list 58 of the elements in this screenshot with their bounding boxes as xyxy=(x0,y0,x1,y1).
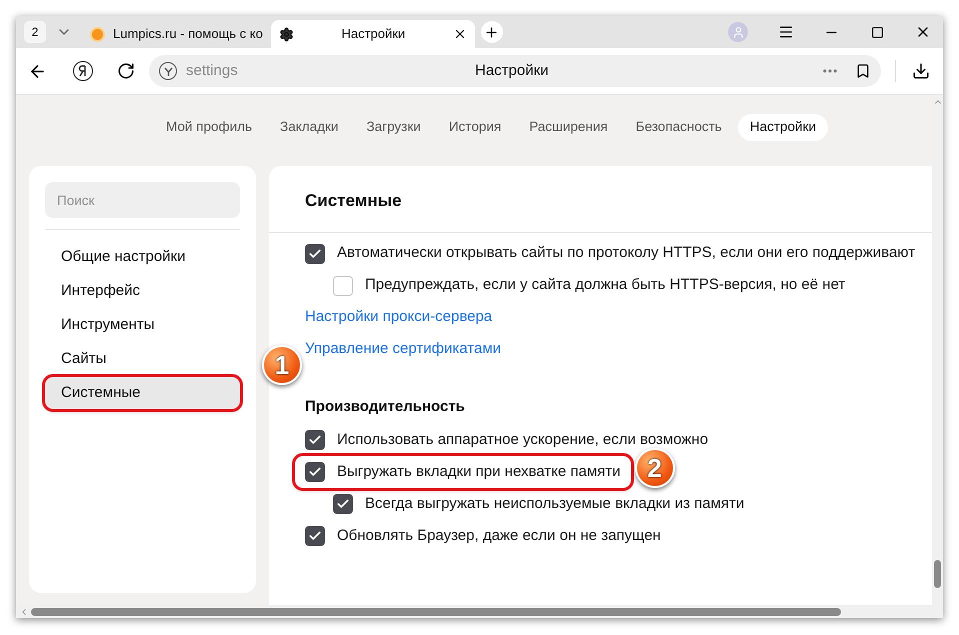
nav-tab[interactable]: Закладки xyxy=(268,114,350,140)
new-tab-button[interactable] xyxy=(480,21,503,43)
checkbox[interactable] xyxy=(305,526,325,546)
check-icon xyxy=(336,497,350,511)
maximize-icon[interactable] xyxy=(871,26,884,38)
tab-title: Настройки xyxy=(340,25,406,44)
horizontal-scrollbar[interactable] xyxy=(16,605,932,618)
nav-tab[interactable]: Безопасность xyxy=(624,114,734,140)
scrollbar-thumb[interactable] xyxy=(31,608,841,616)
sidebar-item[interactable]: Интерфейс xyxy=(45,275,240,307)
vertical-scrollbar[interactable] xyxy=(932,95,943,618)
download-icon[interactable] xyxy=(912,62,930,80)
sidebar-item[interactable]: Сайты xyxy=(45,343,240,375)
nav-tab[interactable]: Мой профиль xyxy=(154,114,264,140)
checkbox-label: Использовать аппаратное ускорение, если возможно xyxy=(337,430,708,450)
section-heading: Производительность xyxy=(305,396,466,416)
check-icon xyxy=(308,465,322,479)
address-text: settings xyxy=(186,60,238,81)
browser-tab[interactable]: Настройки xyxy=(270,20,475,48)
bookmark-icon[interactable] xyxy=(855,63,871,79)
check-icon xyxy=(308,529,322,543)
scrollbar-thumb[interactable] xyxy=(934,560,941,588)
nav-tab[interactable]: История xyxy=(436,114,514,140)
checkbox[interactable] xyxy=(305,244,325,264)
sidebar-item[interactable]: Инструменты xyxy=(45,309,240,341)
check-icon xyxy=(308,246,322,260)
menu-icon[interactable] xyxy=(778,24,794,40)
plus-icon xyxy=(484,24,500,40)
nav-tab[interactable]: Расширения xyxy=(517,114,620,140)
checkbox[interactable] xyxy=(305,462,325,482)
checkbox-label: Предупреждать, если у сайта должна быть HTTPS-версия, но её нет xyxy=(365,275,846,296)
site-favicon xyxy=(90,26,105,42)
checkbox[interactable] xyxy=(333,494,353,514)
nav-tab[interactable]: Настройки xyxy=(738,114,828,140)
checkbox-label: Автоматически открывать сайты по протоколу HTTPS, если они его поддерживают xyxy=(337,243,916,264)
sidebar-item[interactable]: Общие настройки xyxy=(45,241,240,273)
y-logo-icon xyxy=(159,62,177,80)
search-field[interactable]: Поиск xyxy=(45,182,240,218)
checkbox-label: Обновлять Браузер, даже если он не запущен xyxy=(337,526,661,546)
settings-icon xyxy=(278,26,294,42)
checkbox-label: Выгружать вкладки при нехватке памяти xyxy=(337,462,621,482)
page-title: Настройки xyxy=(475,60,549,81)
settings-link[interactable]: Настройки прокси-сервера xyxy=(305,302,492,334)
reload-icon[interactable] xyxy=(117,62,135,80)
checkbox-label: Всегда выгружать неиспользуемые вкладки из памяти xyxy=(365,494,744,514)
y-logo-icon[interactable] xyxy=(73,61,93,81)
browser-tab[interactable]: Lumpics.ru - помощь с ко xyxy=(82,20,271,48)
number-callout: 2 xyxy=(634,448,675,488)
address-bar[interactable]: settings Настройки xyxy=(149,55,881,87)
checkbox[interactable] xyxy=(333,276,353,296)
sidebar-item[interactable]: Системные xyxy=(45,377,240,409)
section-title: Системные xyxy=(305,190,403,212)
tab-counter[interactable]: 2 xyxy=(24,21,46,43)
tab-title: Lumpics.ru - помощь с ко xyxy=(113,25,263,44)
settings-link[interactable]: Управление сертификатами xyxy=(305,334,502,366)
check-icon xyxy=(308,433,322,447)
nav-tab[interactable]: Загрузки xyxy=(354,114,433,140)
checkbox[interactable] xyxy=(305,430,325,450)
